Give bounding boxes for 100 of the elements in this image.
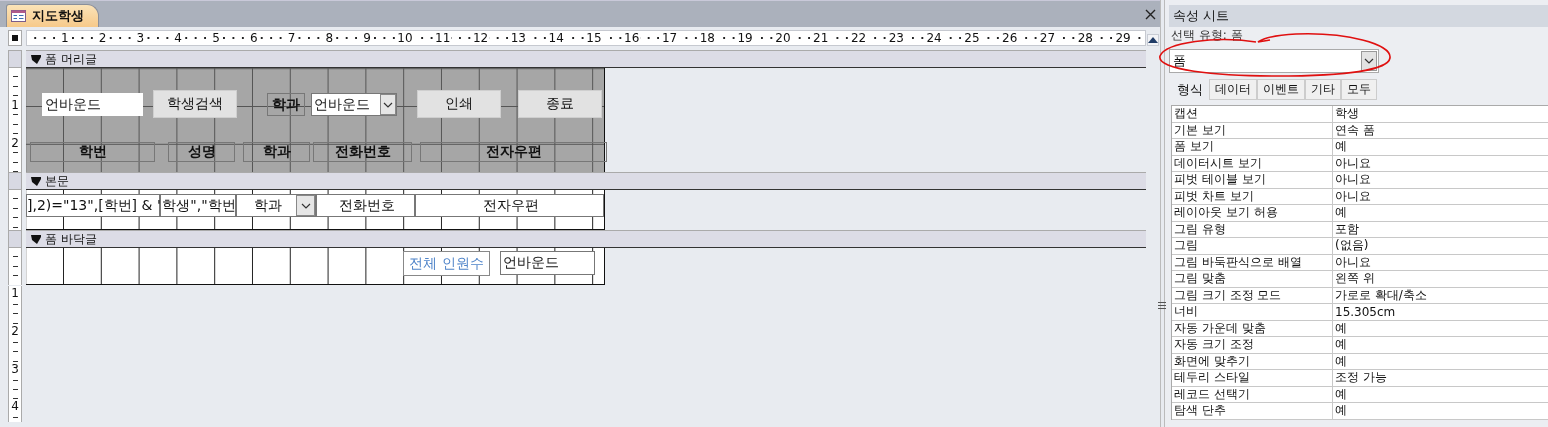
- property-name: 그림 크기 조정 모드: [1172, 287, 1333, 304]
- ruler-number: 2: [97, 31, 108, 45]
- command-button[interactable]: 종료: [518, 90, 602, 118]
- column-label: 전화번호: [313, 142, 412, 162]
- property-value[interactable]: 아니요: [1333, 254, 1548, 271]
- ruler-number: 28: [1076, 31, 1094, 45]
- column-label: 전자우편: [420, 142, 607, 162]
- column-label: 성명: [168, 142, 235, 162]
- property-name: 그림 바둑판식으로 배열: [1172, 254, 1333, 271]
- combo-box[interactable]: 언바운드: [311, 93, 397, 116]
- dropdown-button[interactable]: [1361, 51, 1377, 71]
- property-value[interactable]: 예: [1333, 337, 1548, 354]
- property-value[interactable]: 가로로 확대/축소: [1333, 287, 1548, 304]
- panel-title: 속성 시트: [1169, 5, 1548, 27]
- property-value[interactable]: (없음): [1333, 238, 1548, 255]
- ruler-number: 2: [11, 323, 19, 338]
- ruler-number: 19: [736, 31, 754, 45]
- property-value[interactable]: 예: [1333, 320, 1548, 337]
- ruler-number: 6: [248, 31, 259, 45]
- ruler-number: 18: [698, 31, 716, 45]
- ruler-number: 25: [963, 31, 981, 45]
- ruler-number: 13: [509, 31, 527, 45]
- property-value[interactable]: 아니요: [1333, 188, 1548, 205]
- section-title: 폼 바닥글: [45, 230, 97, 248]
- combo-box[interactable]: 학과: [236, 194, 316, 217]
- property-value[interactable]: 조정 가능: [1333, 370, 1548, 387]
- text-box[interactable]: 학생","학번: [160, 194, 236, 217]
- ruler-number: 1: [59, 31, 70, 45]
- property-name: 폼 보기: [1172, 139, 1333, 156]
- section-bar[interactable]: 본문: [26, 172, 1146, 190]
- property-name: 그림 맞춤: [1172, 271, 1333, 288]
- ruler-number: 10: [396, 31, 414, 45]
- ruler-number: 2: [11, 135, 19, 150]
- property-name: 피벗 테이블 보기: [1172, 172, 1333, 189]
- section-bar[interactable]: 폼 바닥글: [26, 230, 1146, 248]
- form-icon: [11, 10, 26, 22]
- property-name: 피벗 차트 보기: [1172, 188, 1333, 205]
- property-tab[interactable]: 데이터: [1209, 79, 1257, 100]
- ruler-number: 26: [1001, 31, 1019, 45]
- property-value[interactable]: 예: [1333, 403, 1548, 420]
- property-tab[interactable]: 모두: [1341, 79, 1377, 100]
- text-box[interactable]: 전화번호: [316, 194, 415, 217]
- property-name: 레코드 선택기: [1172, 386, 1333, 403]
- column-label: 학번: [30, 142, 155, 162]
- section-bar[interactable]: 폼 머리글: [26, 50, 1146, 68]
- command-button[interactable]: 학생검색: [153, 90, 237, 118]
- property-value[interactable]: 포함: [1333, 221, 1548, 238]
- property-name: 테두리 스타일: [1172, 370, 1333, 387]
- property-value[interactable]: 아니요: [1333, 155, 1548, 172]
- document-tab[interactable]: 지도학생: [6, 4, 99, 27]
- dropdown-button[interactable]: [380, 94, 396, 115]
- property-value[interactable]: 학생: [1333, 106, 1548, 123]
- property-name: 그림 유형: [1172, 221, 1333, 238]
- scroll-up-button[interactable]: [1147, 34, 1159, 46]
- ruler-number: 12: [471, 31, 490, 45]
- ruler-number: 7: [286, 31, 297, 45]
- ruler-number: 9: [362, 31, 372, 45]
- arrow-down-icon: [31, 54, 41, 64]
- property-value[interactable]: 예: [1333, 139, 1548, 156]
- ruler-number: 15: [585, 31, 603, 45]
- property-name: 자동 가운데 맞춤: [1172, 320, 1333, 337]
- chevron-down-icon: [383, 101, 393, 108]
- text-box[interactable]: 언바운드: [500, 251, 595, 275]
- command-button[interactable]: 인쇄: [417, 90, 501, 118]
- vertical-ruler: [8, 190, 22, 230]
- property-value[interactable]: 15.305cm: [1333, 304, 1548, 321]
- property-value[interactable]: 아니요: [1333, 172, 1548, 189]
- property-name: 자동 크기 조정: [1172, 337, 1333, 354]
- ruler-number: 8: [324, 31, 335, 45]
- ruler-number: 3: [11, 361, 19, 376]
- grip-icon[interactable]: [1158, 302, 1166, 309]
- property-value[interactable]: 예: [1333, 353, 1548, 370]
- ruler-number: 20: [774, 31, 792, 45]
- close-icon[interactable]: [1145, 8, 1156, 20]
- ruler-number: 22: [849, 31, 868, 45]
- ruler-number: 23: [887, 31, 905, 45]
- property-name: 캡션: [1172, 106, 1333, 123]
- ruler-number: 29: [1114, 31, 1132, 45]
- ruler-number: 1: [11, 286, 19, 300]
- ruler-number: 24: [925, 31, 943, 45]
- property-value[interactable]: 연속 폼: [1333, 122, 1548, 139]
- arrow-down-icon: [31, 234, 41, 244]
- property-name: 탐색 단추: [1172, 403, 1333, 420]
- ruler-number: 1: [11, 98, 19, 112]
- property-value[interactable]: 예: [1333, 386, 1548, 403]
- ruler-number: 17: [660, 31, 679, 45]
- property-tab[interactable]: 이벤트: [1257, 79, 1305, 100]
- object-combo-box[interactable]: 폼: [1169, 49, 1379, 73]
- form-selector[interactable]: [8, 30, 22, 46]
- property-name: 그림: [1172, 238, 1333, 255]
- section-title: 폼 머리글: [45, 50, 97, 68]
- text-box[interactable]: 전자우편: [415, 194, 604, 217]
- property-value[interactable]: 왼쪽 위: [1333, 271, 1548, 288]
- property-value[interactable]: 예: [1333, 205, 1548, 222]
- ruler-number: 5: [211, 31, 221, 45]
- ruler-number: 21: [812, 31, 830, 45]
- chevron-down-icon: [300, 202, 311, 209]
- property-name: 화면에 맞추기: [1172, 353, 1333, 370]
- text-box[interactable]: 언바운드: [42, 93, 143, 116]
- property-tab[interactable]: 기타: [1305, 79, 1341, 100]
